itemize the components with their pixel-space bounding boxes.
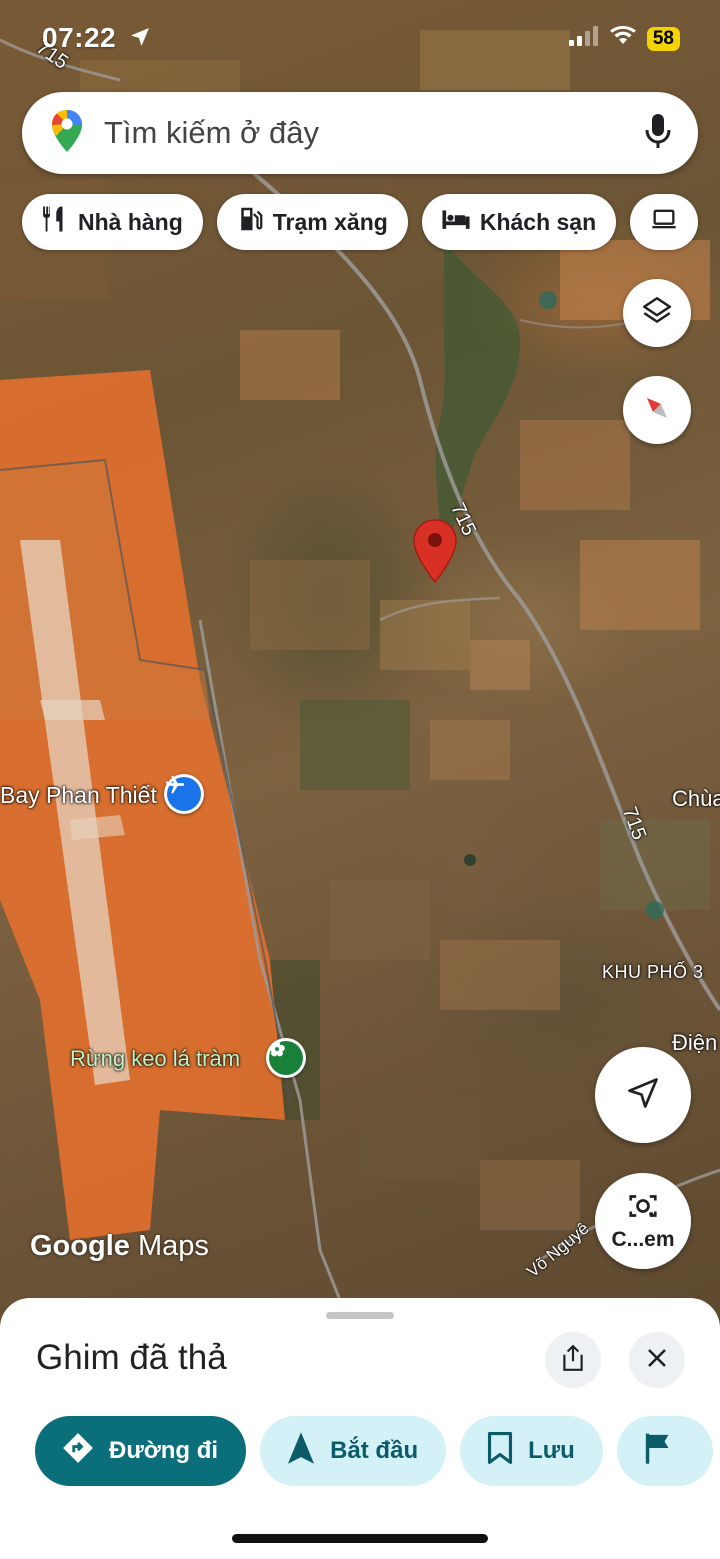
chip-label: Nhà hàng bbox=[78, 208, 183, 235]
restaurant-icon bbox=[40, 204, 70, 240]
airport-icon[interactable] bbox=[164, 774, 204, 814]
flag-icon bbox=[643, 1431, 673, 1472]
share-button[interactable] bbox=[545, 1332, 601, 1388]
close-button[interactable] bbox=[629, 1332, 685, 1388]
clock: 07:22 bbox=[42, 22, 117, 53]
navigation-start-icon bbox=[286, 1431, 316, 1472]
chip-more[interactable] bbox=[630, 194, 699, 250]
chip-hotels[interactable]: Khách sạn bbox=[421, 194, 617, 250]
directions-icon bbox=[61, 1431, 95, 1472]
layers-icon bbox=[640, 294, 674, 333]
directions-label: Đường đi bbox=[109, 1437, 219, 1464]
category-chips: Nhà hàng Trạm xăng Khách sạn bbox=[22, 194, 699, 250]
camera-search-button[interactable]: C...em bbox=[595, 1173, 691, 1269]
location-arrow-icon bbox=[128, 24, 152, 56]
park-icon[interactable] bbox=[266, 1038, 306, 1078]
camera-button-label: C...em bbox=[611, 1227, 675, 1251]
share-icon bbox=[560, 1344, 586, 1377]
maps-wordmark: Maps bbox=[137, 1230, 209, 1262]
bookmark-icon bbox=[486, 1431, 514, 1472]
google-maps-logo: Google Maps bbox=[30, 1230, 209, 1263]
status-indicators: 58 bbox=[568, 26, 680, 51]
action-buttons: Đường đi Bắt đầu Lưu bbox=[35, 1416, 713, 1486]
compass-icon bbox=[640, 391, 674, 430]
label-button[interactable] bbox=[616, 1416, 713, 1486]
my-location-button[interactable] bbox=[595, 1047, 691, 1143]
close-icon bbox=[645, 1346, 669, 1375]
chip-label: Khách sạn bbox=[479, 208, 597, 235]
sheet-title: Ghim đã thả bbox=[36, 1338, 227, 1377]
navigation-arrow-icon bbox=[625, 1075, 661, 1116]
search-bar[interactable]: Tìm kiếm ở đây bbox=[22, 92, 698, 174]
khu-pho-label: KHU PHỐ 3 bbox=[602, 962, 704, 982]
dropped-pin-sheet: Ghim đã thả Đường đi Bắt đầu Lưu bbox=[0, 1298, 720, 1559]
forest-label[interactable]: Rừng keo lá tràm bbox=[70, 1046, 240, 1072]
laptop-icon bbox=[650, 205, 678, 239]
save-label: Lưu bbox=[528, 1437, 575, 1464]
drag-handle[interactable] bbox=[326, 1312, 394, 1319]
battery-indicator: 58 bbox=[646, 26, 680, 51]
search-input[interactable]: Tìm kiếm ở đây bbox=[104, 115, 644, 151]
hotel-icon bbox=[440, 204, 472, 240]
start-button[interactable]: Bắt đầu bbox=[260, 1416, 447, 1486]
camera-lens-icon bbox=[626, 1191, 660, 1226]
wifi-icon bbox=[609, 26, 637, 51]
home-indicator[interactable] bbox=[232, 1534, 488, 1543]
status-time: 07:22 bbox=[42, 22, 152, 56]
chua-label[interactable]: Chùa bbox=[672, 786, 720, 812]
microphone-icon[interactable] bbox=[644, 112, 672, 155]
gas-station-icon bbox=[235, 204, 265, 240]
dien-label[interactable]: Điện bbox=[672, 1030, 717, 1056]
chip-label: Trạm xăng bbox=[272, 208, 388, 235]
chip-gas-stations[interactable]: Trạm xăng bbox=[216, 194, 408, 250]
google-maps-pin-logo-icon bbox=[50, 108, 84, 159]
layers-button[interactable] bbox=[623, 279, 691, 347]
start-label: Bắt đầu bbox=[330, 1437, 419, 1464]
compass-button[interactable] bbox=[623, 376, 691, 444]
dropped-pin-icon[interactable] bbox=[412, 518, 458, 584]
google-wordmark: Google bbox=[30, 1230, 130, 1262]
airport-label[interactable]: Bay Phan Thiết bbox=[0, 782, 157, 809]
chip-restaurants[interactable]: Nhà hàng bbox=[22, 194, 203, 250]
save-button[interactable]: Lưu bbox=[460, 1416, 603, 1486]
directions-button[interactable]: Đường đi bbox=[35, 1416, 247, 1486]
cellular-signal-icon bbox=[568, 26, 599, 51]
